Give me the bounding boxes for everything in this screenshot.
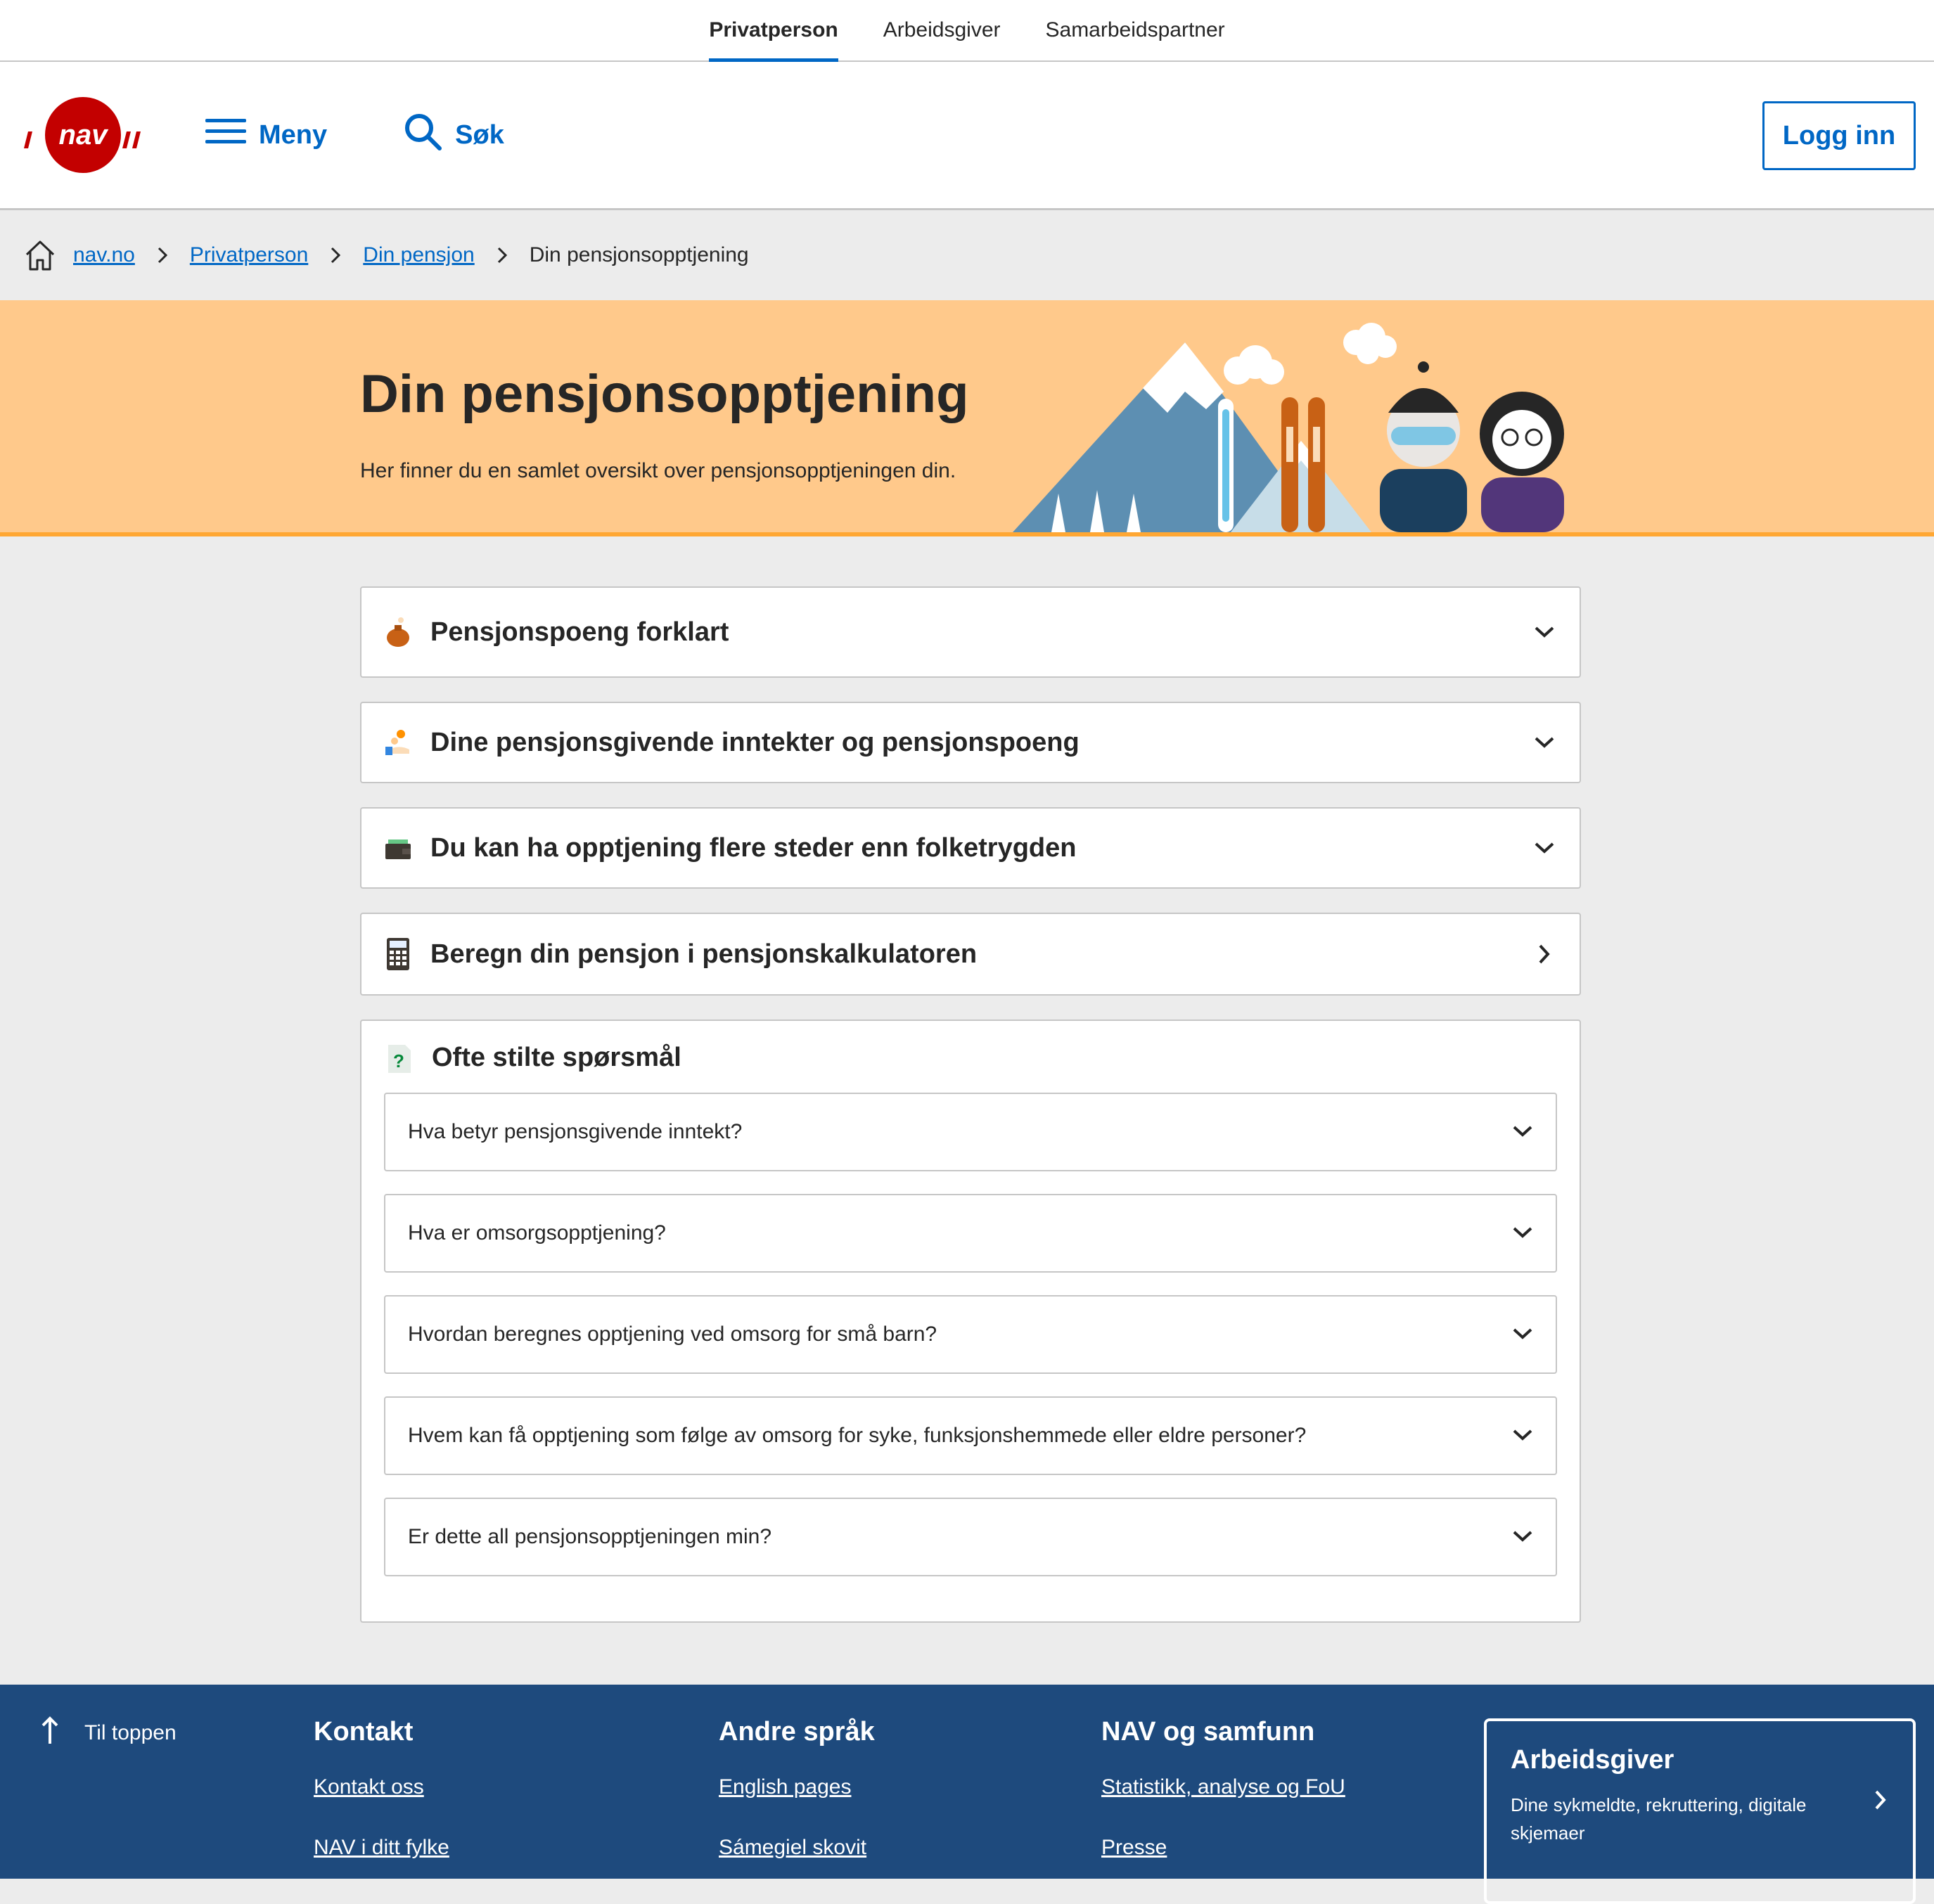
accordion-label: Pensjonspoeng forklart xyxy=(430,617,729,647)
accordion-label: Dine pensjonsgivende inntekter og pensjo… xyxy=(430,727,1080,757)
tab-samarbeidspartner[interactable]: Samarbeidspartner xyxy=(1046,0,1225,60)
footer-column-kontakt: Kontakt Kontakt oss NAV i ditt fylke xyxy=(314,1717,449,1896)
search-button[interactable]: Søk xyxy=(403,112,504,158)
chevron-down-icon xyxy=(1530,728,1558,757)
faq-question-text: Hvordan beregnes opptjening ved omsorg f… xyxy=(408,1323,937,1346)
faq-header: ? Ofte stilte spørsmål xyxy=(384,1042,1557,1073)
page-title: Din pensjonsopptjening xyxy=(360,364,969,424)
hero-banner: Din pensjonsopptjening Her finner du en … xyxy=(0,300,1934,536)
footer-column-andre-sprak: Andre språk English pages Sámegiel skovi… xyxy=(719,1717,875,1896)
footer-column-title: Andre språk xyxy=(719,1717,875,1747)
site-header: nav Meny Søk Logg inn xyxy=(0,62,1934,210)
site-footer: Til toppen Kontakt Kontakt oss NAV i dit… xyxy=(0,1685,1934,1904)
chevron-down-icon xyxy=(1512,1525,1533,1549)
chevron-down-icon xyxy=(1530,834,1558,862)
home-icon[interactable] xyxy=(24,239,56,271)
money-bag-icon xyxy=(383,617,414,648)
faq-question-text: Hva betyr pensjonsgivende inntekt? xyxy=(408,1120,743,1143)
chevron-down-icon xyxy=(1512,1323,1533,1346)
to-top-label: Til toppen xyxy=(84,1721,177,1744)
footer-card-description: Dine sykmeldte, rekruttering, digitale s… xyxy=(1511,1794,1807,1844)
search-label: Søk xyxy=(455,120,504,150)
faq-question-text: Hvem kan få opptjening som følge av omso… xyxy=(408,1424,1307,1447)
breadcrumb-link-din-pensjon[interactable]: Din pensjon xyxy=(363,243,474,267)
coins-hand-icon xyxy=(383,727,414,758)
breadcrumb-current: Din pensjonsopptjening xyxy=(529,243,749,266)
menu-button[interactable]: Meny xyxy=(205,117,327,153)
tab-privatperson[interactable]: Privatperson xyxy=(709,0,839,62)
wallet-icon xyxy=(383,832,414,863)
breadcrumb: nav.no Privatperson Din pensjon Din pens… xyxy=(0,210,1934,300)
chevron-down-icon xyxy=(1512,1424,1533,1448)
footer-column-title: NAV og samfunn xyxy=(1101,1717,1315,1747)
footer-link-presse[interactable]: Presse xyxy=(1101,1836,1345,1860)
hamburger-icon xyxy=(205,117,246,153)
page-subtitle: Her finner du en samlet oversikt over pe… xyxy=(360,459,956,482)
faq-question-3[interactable]: Hvordan beregnes opptjening ved omsorg f… xyxy=(384,1295,1557,1374)
login-button[interactable]: Logg inn xyxy=(1762,101,1916,170)
search-icon xyxy=(403,112,442,158)
footer-link-samegiel[interactable]: Sámegiel skovit xyxy=(719,1836,875,1860)
footer-column-title: Kontakt xyxy=(314,1717,414,1747)
chevron-right-icon xyxy=(156,245,169,265)
chevron-down-icon xyxy=(1512,1221,1533,1245)
footer-link-kontakt-oss[interactable]: Kontakt oss xyxy=(314,1775,449,1799)
audience-nav: Privatperson Arbeidsgiver Samarbeidspart… xyxy=(0,0,1934,62)
faq-question-text: Hva er omsorgsopptjening? xyxy=(408,1221,666,1244)
footer-link-statistikk[interactable]: Statistikk, analyse og FoU xyxy=(1101,1775,1345,1799)
breadcrumb-link-navno[interactable]: nav.no xyxy=(73,243,135,267)
nav-logo-text: nav xyxy=(59,120,110,150)
accordion-opptjening-flere-steder[interactable]: Du kan ha opptjening flere steder enn fo… xyxy=(360,807,1581,889)
accordion-label: Du kan ha opptjening flere steder enn fo… xyxy=(430,832,1077,863)
svg-text:?: ? xyxy=(393,1050,404,1072)
chevron-right-icon xyxy=(1874,1789,1888,1815)
accordion-pensjonspoeng-forklart[interactable]: Pensjonspoeng forklart xyxy=(360,586,1581,678)
mountain-skiers-illustration xyxy=(1006,321,1582,532)
faq-question-5[interactable]: Er dette all pensjonsopptjeningen min? xyxy=(384,1498,1557,1576)
chevron-right-icon xyxy=(496,245,508,265)
to-top-link[interactable]: Til toppen xyxy=(39,1716,177,1751)
link-panel-pensjonskalkulator[interactable]: Beregn din pensjon i pensjonskalkulatore… xyxy=(360,913,1581,996)
question-document-icon: ? xyxy=(384,1042,415,1073)
faq-question-text: Er dette all pensjonsopptjeningen min? xyxy=(408,1525,772,1548)
chevron-right-icon xyxy=(329,245,342,265)
footer-link-english-pages[interactable]: English pages xyxy=(719,1775,875,1799)
faq-section: ? Ofte stilte spørsmål Hva betyr pensjon… xyxy=(360,1019,1581,1623)
tab-arbeidsgiver[interactable]: Arbeidsgiver xyxy=(883,0,1001,60)
arrow-up-icon xyxy=(39,1716,60,1751)
faq-question-1[interactable]: Hva betyr pensjonsgivende inntekt? xyxy=(384,1093,1557,1171)
footer-column-nav-og-samfunn: NAV og samfunn Statistikk, analyse og Fo… xyxy=(1101,1717,1345,1896)
faq-question-4[interactable]: Hvem kan få opptjening som følge av omso… xyxy=(384,1396,1557,1475)
footer-link-nav-i-ditt-fylke[interactable]: NAV i ditt fylke xyxy=(314,1836,449,1860)
menu-label: Meny xyxy=(259,120,328,150)
chevron-down-icon xyxy=(1530,618,1558,646)
main-content: Pensjonspoeng forklart Dine pensjonsgive… xyxy=(360,586,1581,1623)
nav-logo[interactable]: nav xyxy=(24,96,145,174)
breadcrumb-link-privatperson[interactable]: Privatperson xyxy=(190,243,308,267)
accordion-pensjonsgivende-inntekter[interactable]: Dine pensjonsgivende inntekter og pensjo… xyxy=(360,702,1581,783)
faq-question-2[interactable]: Hva er omsorgsopptjening? xyxy=(384,1194,1557,1273)
calculator-icon xyxy=(383,938,414,970)
footer-card-title: Arbeidsgiver xyxy=(1511,1745,1674,1775)
footer-card-arbeidsgiver[interactable]: Arbeidsgiver Dine sykmeldte, rekrutterin… xyxy=(1484,1718,1916,1904)
chevron-right-icon xyxy=(1530,940,1558,968)
chevron-down-icon xyxy=(1512,1120,1533,1144)
link-panel-label: Beregn din pensjon i pensjonskalkulatore… xyxy=(430,939,978,969)
faq-title: Ofte stilte spørsmål xyxy=(432,1042,681,1072)
